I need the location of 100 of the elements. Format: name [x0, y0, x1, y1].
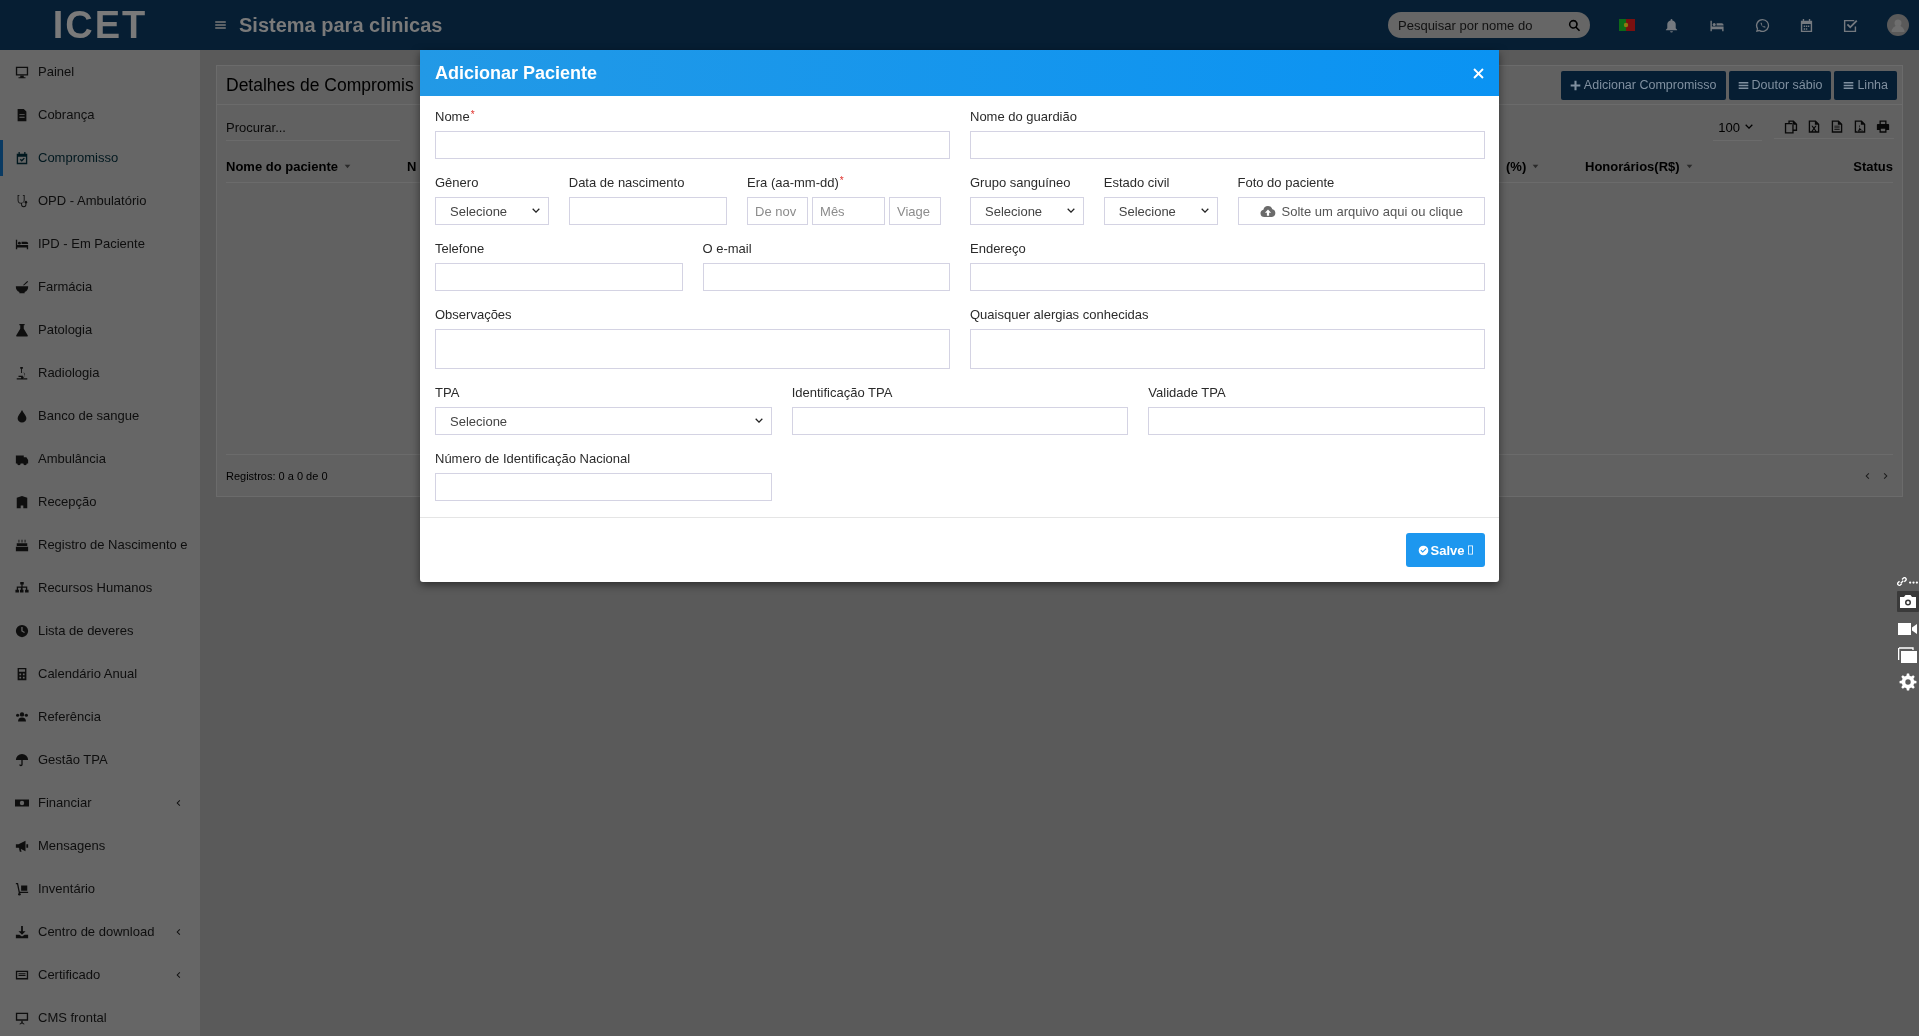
- dropdown[interactable]: Selecione: [970, 197, 1084, 225]
- menu-icon[interactable]: [214, 19, 227, 31]
- checkbox-icon[interactable]: [1843, 17, 1858, 33]
- sidebar-item[interactable]: OPD - Ambulatório: [0, 182, 200, 219]
- input-field[interactable]: De nov: [747, 197, 809, 225]
- input-field[interactable]: [702, 263, 950, 291]
- sidebar-item[interactable]: Inventário: [0, 870, 200, 907]
- sidebar-item[interactable]: Gestão TPA: [0, 741, 200, 778]
- records-count: Registros: 0 a 0 de 0: [226, 469, 328, 482]
- droplet-icon: [15, 408, 29, 423]
- field-label: Foto do paciente: [1237, 175, 1335, 191]
- clock-icon: [15, 623, 29, 638]
- search-field[interactable]: Pesquisar por nome do: [1398, 17, 1548, 33]
- close-icon[interactable]: [1473, 67, 1484, 79]
- input-field[interactable]: [970, 131, 1485, 159]
- video-camera-icon[interactable]: [1898, 622, 1917, 636]
- stethoscope-icon: [15, 193, 29, 208]
- field-label: Endereço: [970, 241, 1026, 257]
- list-button[interactable]: Linha: [1834, 70, 1897, 100]
- dropdown[interactable]: Selecione: [435, 197, 549, 225]
- calendar-icon[interactable]: [1799, 17, 1814, 33]
- sitemap-icon: [15, 580, 29, 595]
- app-title: Sistema para clinicas: [239, 13, 443, 37]
- input-field[interactable]: [970, 263, 1485, 291]
- sidebar-item[interactable]: Radiologia: [0, 354, 200, 391]
- field-label: Grupo sanguíneo: [970, 175, 1071, 191]
- more-icon[interactable]: [1909, 580, 1918, 584]
- print-icon[interactable]: [1876, 119, 1890, 134]
- cake-icon: [15, 537, 29, 552]
- copy-icon[interactable]: [1784, 119, 1798, 134]
- dropdown[interactable]: Selecione: [435, 407, 772, 435]
- bell-icon[interactable]: [1664, 17, 1679, 33]
- field-label: Gênero: [435, 175, 479, 191]
- pdf-file-icon[interactable]: [1853, 119, 1867, 134]
- column-header: Status: [1853, 158, 1893, 174]
- dolly-icon: [15, 881, 29, 896]
- chevron-left-icon: [174, 969, 182, 980]
- search-field[interactable]: Procurar...: [226, 114, 400, 141]
- search-icon[interactable]: [1568, 18, 1581, 32]
- logo: ICET: [52, 5, 148, 45]
- chevron-left-icon[interactable]: [1863, 470, 1871, 481]
- sidebar-item[interactable]: CMS frontal: [0, 999, 200, 1036]
- file-dropzone[interactable]: Solte um arquivo aqui ou clique: [1237, 197, 1485, 225]
- spreadsheet-file-icon[interactable]: [1807, 119, 1821, 134]
- copy-icon[interactable]: [1898, 647, 1917, 663]
- list-icon: [1843, 79, 1855, 91]
- sidebar-item[interactable]: Centro de download: [0, 913, 200, 950]
- sidebar-item[interactable]: Painel: [0, 53, 200, 90]
- sidebar-item[interactable]: Referência: [0, 698, 200, 735]
- chevron-left-icon: [174, 797, 182, 808]
- megaphone-icon: [15, 838, 29, 853]
- avatar-icon[interactable]: [1887, 14, 1909, 36]
- field-label: Observações: [435, 307, 512, 323]
- sidebar-item[interactable]: IPD - Em Paciente: [0, 225, 200, 262]
- input-field[interactable]: [435, 131, 950, 159]
- column-header[interactable]: Nome do paciente: [226, 158, 407, 174]
- input-field[interactable]: [568, 197, 728, 225]
- required-mark: *: [470, 109, 475, 122]
- page-size-dropdown[interactable]: 100: [1713, 114, 1762, 141]
- add-button[interactable]: Adicionar Compromisso: [1560, 70, 1726, 100]
- column-header[interactable]: (%): [1506, 158, 1585, 174]
- field-label: Data de nascimento: [568, 175, 685, 191]
- sidebar-item[interactable]: Mensagens: [0, 827, 200, 864]
- sidebar-item[interactable]: Patologia: [0, 311, 200, 348]
- sidebar-item[interactable]: Ambulância: [0, 440, 200, 477]
- search-bar[interactable]: Pesquisar por nome do: [1388, 12, 1590, 38]
- input-field[interactable]: [1148, 407, 1485, 435]
- calendar-check-icon: [15, 150, 29, 165]
- camera-icon[interactable]: [1896, 591, 1919, 612]
- sidebar-item[interactable]: Recursos Humanos: [0, 569, 200, 606]
- field-label: Número de Identificação Nacional: [435, 451, 631, 467]
- sidebar-item[interactable]: Farmácia: [0, 268, 200, 305]
- link-icon[interactable]: [1897, 577, 1907, 587]
- column-header[interactable]: Honorários(R$): [1585, 158, 1854, 174]
- sidebar-item[interactable]: Financiar: [0, 784, 200, 821]
- field-label: Quaisquer alergias conhecidas: [970, 307, 1149, 323]
- input-field[interactable]: [435, 473, 772, 501]
- input-field[interactable]: [435, 263, 683, 291]
- sidebar-item[interactable]: Banco de sangue: [0, 397, 200, 434]
- settings-icon[interactable]: [1898, 673, 1917, 691]
- input-field[interactable]: [791, 407, 1129, 435]
- sidebar-item[interactable]: Calendário Anual: [0, 655, 200, 692]
- text-file-icon[interactable]: [1830, 119, 1844, 134]
- sidebar-item[interactable]: Registro de Nascimento e: [0, 526, 200, 563]
- flask-icon: [15, 322, 29, 337]
- save-button[interactable]: Salve: [1406, 533, 1485, 567]
- input-field[interactable]: Viage: [889, 197, 941, 225]
- chevron-right-icon[interactable]: [1882, 470, 1890, 481]
- sidebar-item[interactable]: Certificado: [0, 956, 200, 993]
- sidebar-item[interactable]: Compromisso: [0, 139, 200, 176]
- field-label: Telefone: [435, 241, 485, 257]
- list-button[interactable]: Doutor sábio: [1728, 70, 1832, 100]
- field-label: Identificação TPA: [791, 385, 893, 401]
- sidebar-item[interactable]: Recepção: [0, 483, 200, 520]
- sidebar-item[interactable]: Cobrança: [0, 96, 200, 133]
- square-outline-icon: [1468, 545, 1474, 555]
- chat-icon[interactable]: [1755, 17, 1770, 33]
- dropdown[interactable]: Selecione: [1103, 197, 1218, 225]
- input-field[interactable]: Mês: [812, 197, 885, 225]
- sidebar-item[interactable]: Lista de deveres: [0, 612, 200, 649]
